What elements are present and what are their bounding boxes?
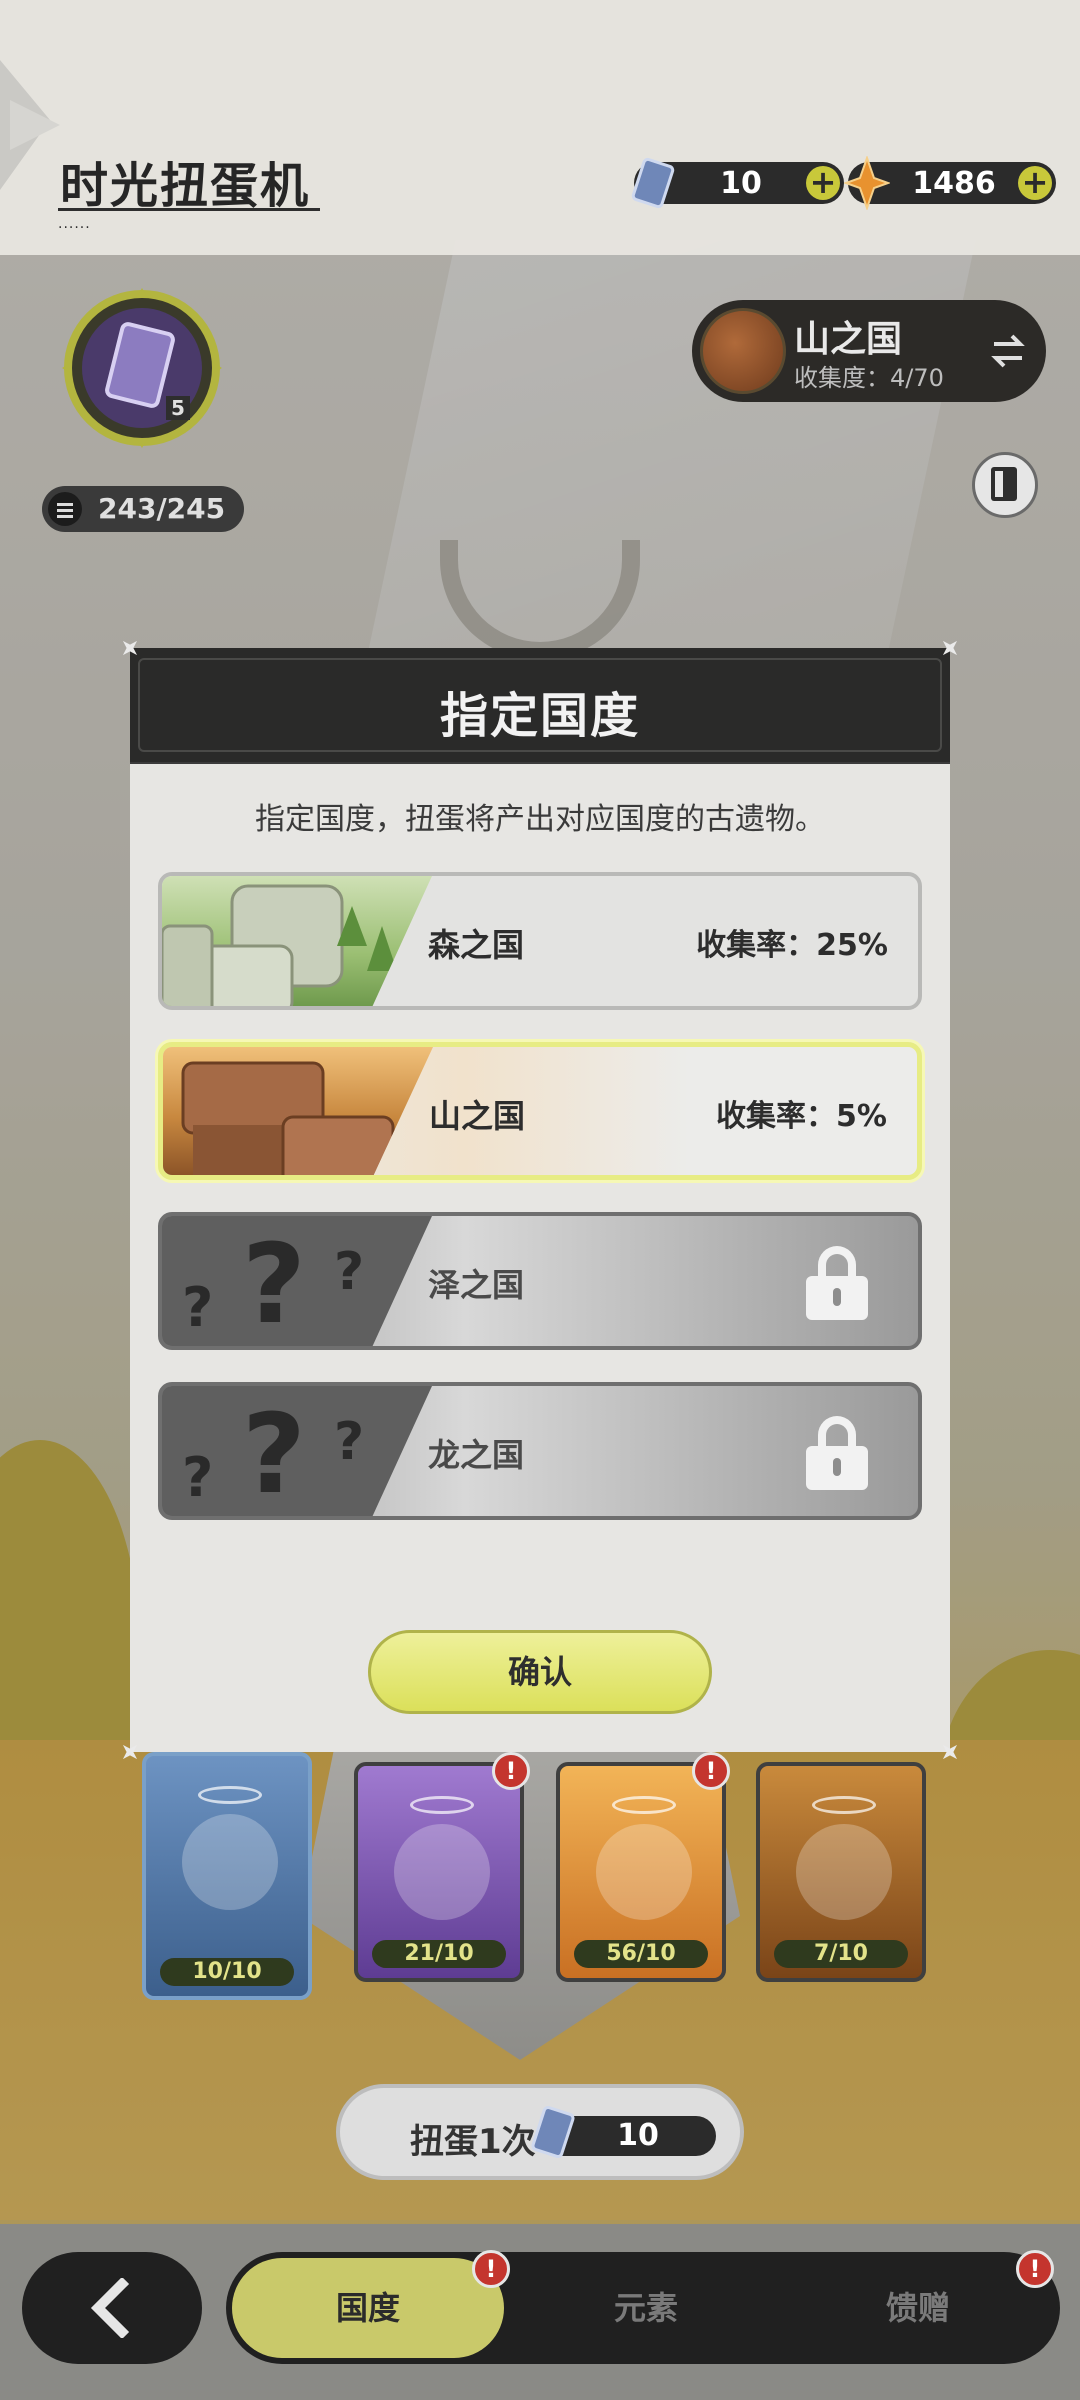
region-name: 山之国 [794, 319, 903, 360]
alert-badge: ! [492, 1752, 530, 1790]
page-title: 时光扭蛋机 [60, 158, 311, 214]
corner-ornament-icon [932, 630, 968, 666]
collection-rate: 收集率：5% [716, 1099, 887, 1134]
question-mark-icon: ? [242, 1220, 306, 1348]
add-gem-button[interactable]: + [1018, 166, 1052, 200]
unknown-artwork: ? ? ? [162, 1216, 432, 1346]
corner-ornament-icon [932, 1734, 968, 1770]
character-card[interactable]: 10/10 [142, 1752, 312, 2000]
gem-count: 1486 [912, 165, 996, 201]
forest-artwork [162, 876, 432, 1006]
region-option-mountain[interactable]: 山之国 收集率：5% [158, 1042, 922, 1180]
question-mark-icon: ? [334, 1242, 365, 1302]
character-card[interactable]: 21/10 [354, 1762, 524, 1982]
character-portrait [182, 1814, 278, 1910]
region-option-marsh[interactable]: ? ? ? 泽之国 [158, 1212, 922, 1350]
corner-ornament-icon [112, 630, 148, 666]
top-bar: 时光扭蛋机 ...... 10 + 1486 + [0, 0, 1080, 255]
character-count: 21/10 [372, 1940, 506, 1968]
book-icon [991, 467, 1017, 501]
blue-crystal-ticket-icon [631, 157, 675, 209]
title-underline [58, 208, 320, 211]
region-name: 龙之国 [428, 1436, 525, 1474]
region-progress: 收集度：4/70 [794, 364, 944, 392]
tab-bar: 国度 元素 馈赠 [226, 2252, 1060, 2364]
region-name: 泽之国 [428, 1266, 525, 1304]
dialog-description: 指定国度，扭蛋将产出对应国度的古遗物。 [255, 802, 825, 837]
codex-book-button[interactable] [972, 452, 1038, 518]
question-mark-icon: ? [242, 1390, 306, 1518]
ticket-count: 10 [720, 165, 762, 201]
region-thumbnail [700, 308, 786, 394]
question-mark-icon: ? [182, 1446, 214, 1509]
question-mark-icon: ? [334, 1412, 365, 1472]
menu-list-icon [48, 492, 82, 526]
character-portrait [596, 1824, 692, 1920]
confirm-button[interactable]: 确认 [368, 1630, 712, 1714]
alert-badge: ! [1016, 2250, 1054, 2288]
unknown-artwork: ? ? ? [162, 1386, 432, 1516]
select-region-dialog: 指定国度 指定国度，扭蛋将产出对应国度的古遗物。 森之国 收集率：25% 山之国 [130, 648, 950, 1752]
relic-medallion[interactable]: 5 [62, 288, 222, 448]
region-option-forest[interactable]: 森之国 收集率：25% [158, 872, 922, 1010]
mountain-artwork [163, 1047, 433, 1175]
character-count: 10/10 [160, 1958, 294, 1986]
relic-counter[interactable]: 243/245 [42, 486, 244, 532]
tab-region[interactable]: 国度 [232, 2258, 504, 2358]
spin-once-button[interactable]: 扭蛋1次 10 [336, 2084, 744, 2180]
region-option-dragon[interactable]: ? ? ? 龙之国 [158, 1382, 922, 1520]
lock-icon [806, 1416, 868, 1490]
orange-star-gem-icon [844, 156, 890, 210]
region-name: 森之国 [428, 926, 525, 964]
relic-count: 243/245 [98, 492, 226, 525]
character-count: 7/10 [774, 1940, 908, 1968]
spin-label: 扭蛋1次 [410, 2122, 536, 2162]
back-button[interactable] [22, 2252, 202, 2364]
lock-icon [806, 1246, 868, 1320]
question-mark-icon: ? [182, 1276, 214, 1339]
collection-rate: 收集率：25% [696, 928, 888, 963]
dialog-header: 指定国度 [130, 648, 950, 764]
add-ticket-button[interactable]: + [806, 166, 840, 200]
tab-gift[interactable]: 馈赠 [782, 2258, 1054, 2358]
character-count: 56/10 [574, 1940, 708, 1968]
character-portrait [394, 1824, 490, 1920]
title-dots: ...... [58, 216, 91, 232]
blue-crystal-ticket-icon [531, 2105, 575, 2159]
tab-element[interactable]: 元素 [510, 2258, 782, 2358]
swap-icon [991, 334, 1025, 368]
current-region-switch[interactable]: 山之国 收集度：4/70 [692, 300, 1046, 402]
region-name: 山之国 [429, 1097, 526, 1135]
character-portrait [796, 1824, 892, 1920]
medal-level: 5 [171, 396, 185, 420]
currency-gem: 1486 + [844, 156, 1056, 210]
dialog-title: 指定国度 [439, 688, 640, 744]
character-card[interactable]: 7/10 [756, 1762, 926, 1982]
alert-badge: ! [472, 2250, 510, 2288]
chevron-left-icon [90, 2278, 130, 2338]
character-card[interactable]: 56/10 [556, 1762, 726, 1982]
currency-ticket: 10 + [631, 157, 844, 209]
alert-badge: ! [692, 1752, 730, 1790]
